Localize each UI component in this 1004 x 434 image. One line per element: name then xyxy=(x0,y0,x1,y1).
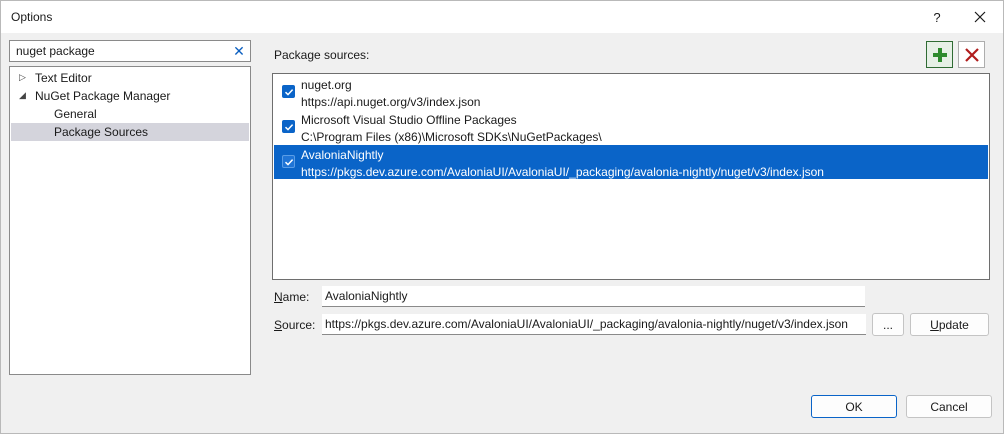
tree-item-package-sources[interactable]: Package Sources xyxy=(11,123,249,141)
checkmark-icon xyxy=(284,88,293,96)
source-enabled-checkbox[interactable] xyxy=(282,155,295,168)
source-row-avalonia-nightly[interactable]: AvaloniaNightly https://pkgs.dev.azure.c… xyxy=(274,145,988,179)
source-enabled-checkbox[interactable] xyxy=(282,85,295,98)
search-input[interactable]: nuget package ✕ xyxy=(9,40,251,62)
help-icon: ? xyxy=(933,9,941,25)
help-button[interactable]: ? xyxy=(915,1,959,33)
package-sources-list: nuget.org https://api.nuget.org/v3/index… xyxy=(272,73,990,280)
checkmark-icon xyxy=(284,158,293,166)
ok-button[interactable]: OK xyxy=(811,395,897,418)
name-label: Name: xyxy=(274,290,310,304)
source-field[interactable] xyxy=(322,314,866,335)
options-dialog: Options ? nuget package ✕ ▷ Text Editor … xyxy=(0,0,1004,434)
tree-item-nuget-package-manager[interactable]: ◢ NuGet Package Manager xyxy=(11,87,249,105)
source-name: Microsoft Visual Studio Offline Packages xyxy=(301,113,517,127)
tree-item-general[interactable]: General xyxy=(11,105,249,123)
cancel-button-label: Cancel xyxy=(930,399,968,414)
source-url: https://pkgs.dev.azure.com/AvaloniaUI/Av… xyxy=(301,165,824,179)
options-tree: ▷ Text Editor ◢ NuGet Package Manager Ge… xyxy=(9,66,251,375)
source-row-nuget-org[interactable]: nuget.org https://api.nuget.org/v3/index… xyxy=(274,75,988,109)
collapse-arrow-icon[interactable]: ◢ xyxy=(19,90,26,101)
delete-icon xyxy=(964,47,979,62)
tree-item-label: Package Sources xyxy=(54,125,149,139)
source-name: AvaloniaNightly xyxy=(301,148,384,162)
package-sources-label: Package sources: xyxy=(274,48,370,62)
name-field[interactable] xyxy=(322,286,865,307)
source-enabled-checkbox[interactable] xyxy=(282,120,295,133)
clear-search-icon[interactable]: ✕ xyxy=(232,43,246,59)
tree-item-label: Text Editor xyxy=(35,71,92,85)
remove-source-button[interactable] xyxy=(958,41,985,68)
tree-item-text-editor[interactable]: ▷ Text Editor xyxy=(11,69,249,87)
source-url: https://api.nuget.org/v3/index.json xyxy=(301,95,481,109)
checkmark-icon xyxy=(284,123,293,131)
window-title: Options xyxy=(11,10,53,24)
update-button[interactable]: Update xyxy=(910,313,989,336)
title-bar: Options ? xyxy=(1,1,1003,33)
close-icon xyxy=(974,11,986,23)
tree-item-label: General xyxy=(54,107,97,121)
source-row-vs-offline[interactable]: Microsoft Visual Studio Offline Packages… xyxy=(274,110,988,144)
source-url: C:\Program Files (x86)\Microsoft SDKs\Nu… xyxy=(301,130,602,144)
source-label: Source: xyxy=(274,318,316,332)
ok-button-label: OK xyxy=(845,399,863,414)
close-button[interactable] xyxy=(958,1,1002,33)
browse-button[interactable]: ... xyxy=(872,313,904,336)
source-name: nuget.org xyxy=(301,78,352,92)
add-source-button[interactable] xyxy=(926,41,953,68)
update-button-label: Update xyxy=(930,317,969,332)
cancel-button[interactable]: Cancel xyxy=(906,395,992,418)
plus-icon xyxy=(932,47,947,62)
tree-item-label: NuGet Package Manager xyxy=(35,89,171,103)
browse-button-label: ... xyxy=(882,317,893,332)
expand-arrow-icon[interactable]: ▷ xyxy=(19,72,26,83)
search-value: nuget package xyxy=(16,44,95,58)
